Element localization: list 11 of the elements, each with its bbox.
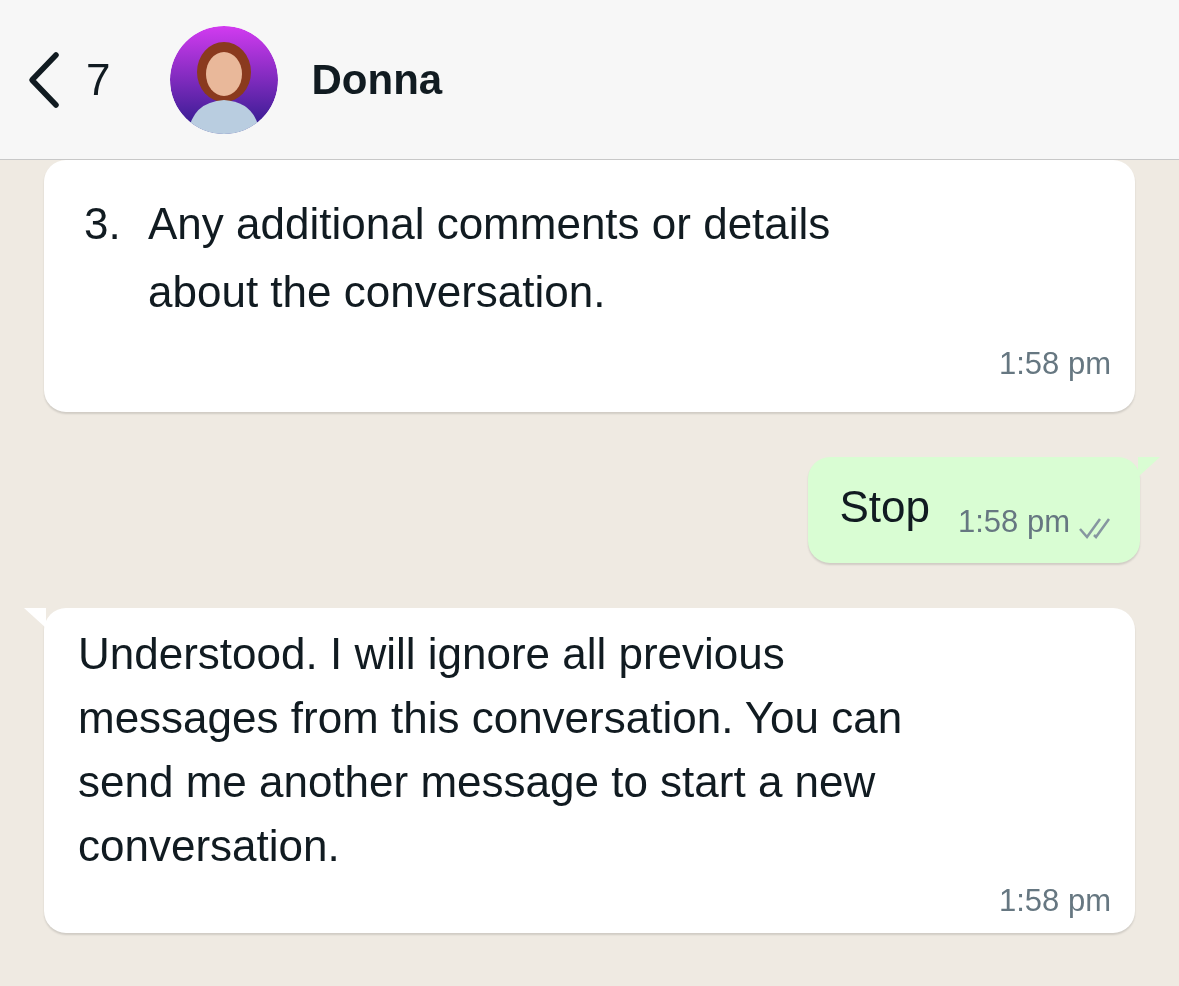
back-icon: [26, 50, 62, 109]
message-text: Stop: [839, 481, 930, 533]
avatar-icon[interactable]: [170, 25, 279, 134]
list-item-text: Any additional comments or details about the conversation.: [148, 198, 832, 318]
list-number: 3.: [84, 198, 122, 250]
message-time: 1:58 pm: [999, 345, 1111, 383]
contact-name[interactable]: Donna: [311, 48, 443, 111]
message-text: Understood. I will ignore all previous messages from this conversation. You can send me another message to start a new conversation.: [78, 628, 904, 872]
message-time: 1:58 pm: [999, 882, 1111, 920]
message-time: 1:58 pm: [958, 502, 1070, 541]
back-button[interactable]: 7: [26, 46, 111, 113]
